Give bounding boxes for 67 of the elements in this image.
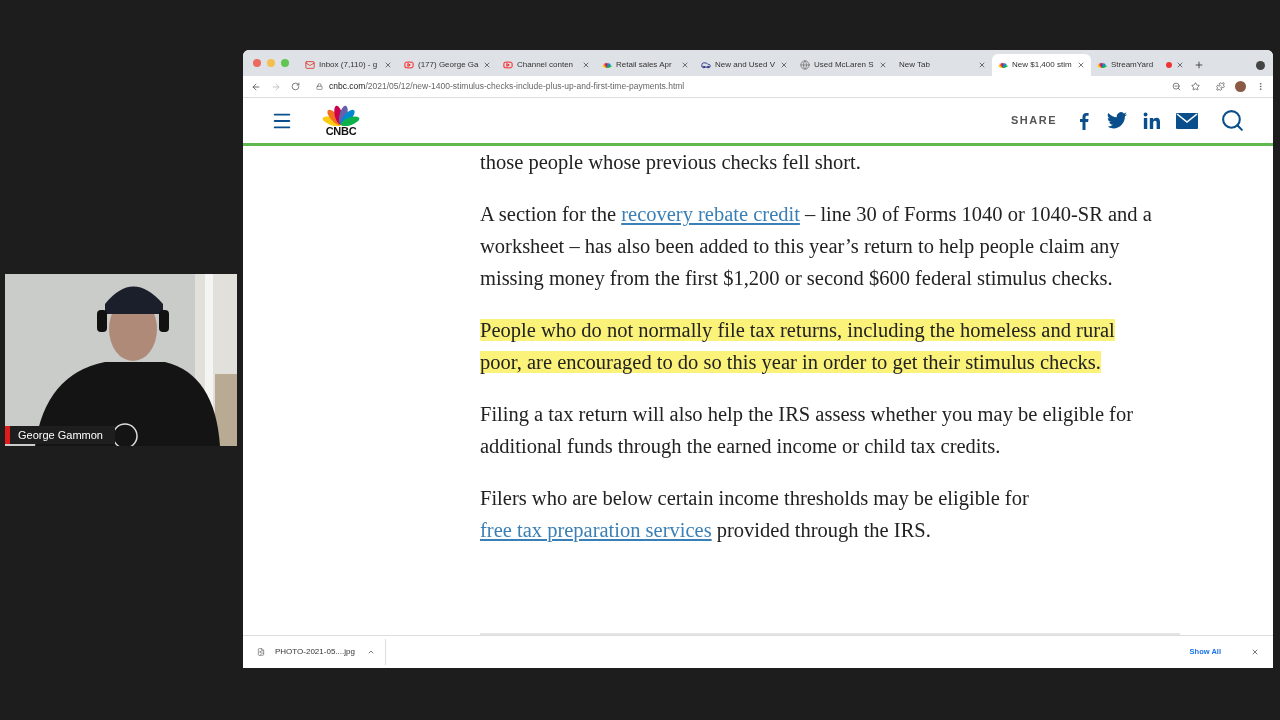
tab-title: Inbox (7,110) - g (319, 59, 379, 71)
new-tab-icon[interactable] (1194, 60, 1204, 70)
peacock-logo-icon (321, 104, 361, 126)
presenter-name: George Gammon (17, 427, 103, 443)
browser-tab[interactable]: New and Used V (695, 54, 794, 76)
browser-tab[interactable]: StreamYard (1091, 54, 1190, 76)
close-icon[interactable] (483, 61, 491, 69)
linkedin-icon[interactable] (1143, 112, 1160, 129)
caret-icon[interactable] (366, 648, 375, 656)
peacock-icon (998, 61, 1008, 69)
search-icon[interactable] (1220, 108, 1245, 133)
download-file-name[interactable]: PHOTO-2021-05....jpg (275, 646, 355, 658)
extensions-icon[interactable] (1216, 82, 1225, 91)
browser-tab[interactable]: Channel conten (497, 54, 596, 76)
article-paragraph: A section for the recovery rebate credit – line 30 of Forms 1040 or 1040-SR and a worksheet – has also been added to this year’s return to help people claim any missing money from the first $1,200 or second $600 federal stimulus checks. (480, 202, 1152, 292)
reload-icon[interactable] (291, 82, 300, 91)
close-icon[interactable] (879, 61, 887, 69)
browser-tab[interactable]: New $1,400 stim (992, 54, 1091, 76)
tab-title: Channel conten (517, 59, 575, 71)
address-bar[interactable]: cnbc.com/2021/05/12/new-1400-stimulus-checks-include-plus-up-and-first-time-payments.html (316, 80, 1162, 93)
file-icon (257, 648, 265, 656)
browser-tab[interactable]: Used McLaren S (794, 54, 893, 76)
article-paragraph: Filers who are below certain income thresholds may be eligible for free tax preparation services provided through the IRS. (480, 486, 1030, 544)
email-icon[interactable] (1176, 112, 1198, 129)
bookmark-icon[interactable] (1191, 82, 1200, 91)
video-icon (503, 60, 513, 70)
lock-icon (316, 83, 323, 90)
browser-tab[interactable]: New Tab (893, 54, 992, 76)
facebook-icon[interactable] (1077, 111, 1091, 130)
mail-icon (305, 60, 315, 70)
url-text: cnbc.com/2021/05/12/new-1400-stimulus-checks-include-plus-up-and-first-time-payments.html (329, 80, 685, 93)
tab-title: Used McLaren S (814, 59, 875, 71)
twitter-icon[interactable] (1107, 112, 1127, 129)
article-link[interactable]: recovery rebate credit (621, 203, 800, 225)
tab-title: New and Used V (715, 59, 776, 71)
site-logo[interactable]: CNBC (321, 104, 361, 137)
peacock-icon (602, 61, 612, 69)
tab-title: New Tab (899, 59, 931, 71)
zoom-icon[interactable] (1172, 82, 1181, 91)
close-icon[interactable] (582, 61, 590, 69)
browser-tab[interactable]: Retail sales Apr (596, 54, 695, 76)
globe-icon (800, 60, 810, 70)
close-icon[interactable] (978, 61, 986, 69)
tab-title: New $1,400 stim (1012, 59, 1073, 71)
tab-title: Retail sales Apr (616, 59, 673, 71)
article-paragraph: People who do not normally file tax returns, including the homeless and rural poor, are encouraged to do so this year in order to get their stimulus checks. (480, 318, 1116, 376)
car-icon (701, 60, 711, 70)
close-icon[interactable] (1077, 61, 1085, 69)
tab-title: StreamYard (1111, 59, 1155, 71)
close-icon[interactable] (780, 61, 788, 69)
logo-text: CNBC (325, 126, 357, 137)
close-icon[interactable] (384, 61, 392, 69)
browser-tab[interactable]: Inbox (7,110) - g (299, 54, 398, 76)
close-icon[interactable] (1176, 61, 1184, 69)
back-icon[interactable] (251, 81, 261, 92)
video-icon (404, 60, 414, 70)
more-icon[interactable] (1256, 82, 1265, 91)
browser-tab[interactable]: (177) George Ga (398, 54, 497, 76)
share-label: SHARE (1011, 113, 1057, 129)
peacock-icon (1097, 61, 1107, 69)
close-icon[interactable] (681, 61, 689, 69)
article-paragraph: those people whose previous checks fell short. (480, 150, 862, 176)
avatar[interactable] (1235, 81, 1246, 92)
close-icon[interactable] (1251, 648, 1259, 656)
article-link[interactable]: free tax preparation services (480, 519, 712, 541)
tab-title: (177) George Ga (418, 59, 479, 71)
article-paragraph: Filing a tax return will also help the IRS assess whether you may be eligible for additional funds through the earned income or child tax credits. (480, 402, 1135, 460)
